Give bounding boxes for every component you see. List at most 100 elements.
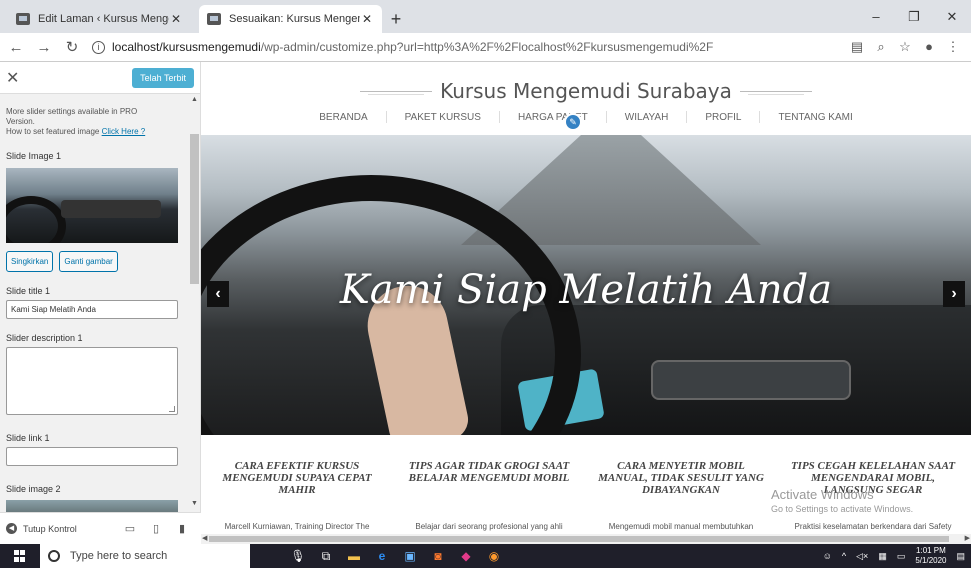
profile-icon[interactable]: ● <box>917 39 941 55</box>
post-card[interactable]: CARA MENYETIR MOBIL MANUAL, TIDAK SESULI… <box>585 460 777 544</box>
tab-customize[interactable]: Sesuaikan: Kursus Mengemudi S ✕ <box>199 5 382 33</box>
remove-image-button[interactable]: Singkirkan <box>6 251 54 272</box>
people-icon[interactable]: ☺ <box>823 551 832 561</box>
clock[interactable]: 1:01 PM 5/1/2020 <box>915 546 946 566</box>
back-icon[interactable]: ← <box>4 39 28 56</box>
scroll-up-icon[interactable]: ▲ <box>191 96 198 103</box>
scroll-down-icon[interactable]: ▼ <box>191 500 198 507</box>
slide-image-2-preview[interactable] <box>6 500 178 512</box>
reload-icon[interactable]: ↻ <box>60 38 84 56</box>
tab-title: Sesuaikan: Kursus Mengemudi S <box>229 13 360 25</box>
scroll-right-icon[interactable]: ▶ <box>965 534 970 542</box>
volume-icon[interactable]: ◁× <box>856 551 868 562</box>
activate-subtitle: Go to Settings to activate Windows. <box>771 504 914 514</box>
menu-item-tentang-kami[interactable]: TENTANG KAMI <box>760 112 870 123</box>
zoom-icon[interactable]: ⌕ <box>869 39 893 55</box>
post-title[interactable]: CARA MENYETIR MOBIL MANUAL, TIDAK SESULI… <box>593 460 769 508</box>
slide-title-1-input[interactable]: Kami Siap Melatih Anda <box>6 300 178 319</box>
close-customizer-icon[interactable]: ✕ <box>6 68 26 88</box>
file-explorer-icon[interactable]: ▬ <box>340 544 368 568</box>
new-tab-button[interactable]: + <box>382 5 410 33</box>
air-vent-shape <box>651 360 851 400</box>
microphone-icon[interactable]: 🎙 <box>284 544 312 568</box>
bookmark-star-icon[interactable]: ☆ <box>893 39 917 55</box>
activate-windows-watermark: Activate Windows Go to Settings to activ… <box>771 488 913 516</box>
taskbar: Type here to search 🎙 ⧉ ▬ e ▣ ◙ ◆ ◉ ☺ ^ … <box>0 544 971 568</box>
photos-icon[interactable]: ▣ <box>396 544 424 568</box>
system-tray: ☺ ^ ◁× ▦ ▭ 1:01 PM 5/1/2020 ▤ <box>813 544 965 568</box>
minimize-button[interactable]: – <box>857 0 895 33</box>
post-excerpt: Mengemudi mobil manual membutuhkan <box>608 522 754 531</box>
task-view-icon[interactable]: ⧉ <box>312 544 340 568</box>
slide-image-1-label: Slide Image 1 <box>6 151 62 161</box>
url-field[interactable]: i localhost/kursusmengemudi/wp-admin/cus… <box>92 40 845 54</box>
forward-icon[interactable]: → <box>32 39 56 56</box>
slide-link-1-input[interactable] <box>6 447 178 466</box>
slider-prev-button[interactable]: ‹ <box>207 281 229 307</box>
slider-description-1-textarea[interactable] <box>6 347 178 415</box>
scroll-left-icon[interactable]: ◀ <box>202 534 207 542</box>
menu-item-harga-paket[interactable]: HARGA PAKET <box>500 112 606 123</box>
url-host: localhost/kursusmengemudi <box>112 40 261 54</box>
preview-horizontal-scrollbar[interactable]: ◀ ▶ <box>201 534 971 544</box>
edge-icon[interactable]: e <box>368 544 396 568</box>
featured-image-help: How to set featured image Click Here ? <box>6 127 182 137</box>
start-button[interactable] <box>0 544 40 568</box>
site-preview: Kursus Mengemudi Surabaya BERANDA PAKET … <box>201 62 971 544</box>
tab-edit-page[interactable]: Edit Laman ‹ Kursus Mengemudi ✕ <box>8 5 191 33</box>
site-header: Kursus Mengemudi Surabaya <box>201 76 971 106</box>
menu-item-wilayah[interactable]: WILAYAH <box>607 112 687 123</box>
post-title[interactable]: CARA EFEKTIF KURSUS MENGEMUDI SUPAYA CEP… <box>209 460 385 508</box>
restore-button[interactable]: ❐ <box>895 0 933 33</box>
published-button[interactable]: Telah Terbit <box>132 67 194 88</box>
hero-slider: Kami Siap Melatih Anda ‹ › <box>201 135 971 435</box>
post-title[interactable]: TIPS AGAR TIDAK GROGI SAAT BELAJAR MENGE… <box>401 460 577 508</box>
hide-controls-button[interactable]: ◀ Tutup Kontrol <box>6 523 117 534</box>
chrome-icon[interactable]: ◉ <box>480 544 508 568</box>
slide-title-1-label: Slide title 1 <box>6 286 51 296</box>
menu-item-paket-kursus[interactable]: PAKET KURSUS <box>387 112 499 123</box>
edit-shortcut-pencil-icon[interactable]: ✎ <box>564 113 582 131</box>
desktop-preview-icon[interactable]: ▭ <box>117 522 143 535</box>
sidebar-scrollbar[interactable]: ▲ ▼ <box>189 94 200 512</box>
paint-icon[interactable]: ◆ <box>452 544 480 568</box>
primary-menu: BERANDA PAKET KURSUS HARGA PAKET WILAYAH… <box>201 108 971 126</box>
customizer-header: ✕ Telah Terbit <box>0 62 200 94</box>
favicon-icon <box>207 13 221 25</box>
slider-next-button[interactable]: › <box>943 281 965 307</box>
menu-kebab-icon[interactable]: ⋮ <box>941 39 965 55</box>
notification-icon[interactable]: ▤ <box>956 551 965 562</box>
change-image-button[interactable]: Ganti gambar <box>59 251 118 272</box>
mobile-preview-icon[interactable]: ▮ <box>169 522 195 535</box>
close-window-button[interactable]: ✕ <box>933 0 971 33</box>
scrollbar-thumb[interactable] <box>209 536 949 542</box>
post-card[interactable]: CARA EFEKTIF KURSUS MENGEMUDI SUPAYA CEP… <box>201 460 393 544</box>
address-bar: ← → ↻ i localhost/kursusmengemudi/wp-adm… <box>0 33 971 62</box>
post-excerpt: Belajar dari seorang profesional yang ah… <box>415 522 563 531</box>
app-icon[interactable]: ◙ <box>424 544 452 568</box>
menu-item-profil[interactable]: PROFIL <box>687 112 759 123</box>
taskbar-search[interactable]: Type here to search <box>40 544 250 568</box>
post-excerpt: Praktisi keselamatan berkendara dari Saf… <box>794 522 952 531</box>
scrollbar-thumb[interactable] <box>190 134 199 284</box>
translate-icon[interactable]: ▤ <box>845 39 869 55</box>
network-icon[interactable]: ▦ <box>878 551 887 562</box>
slide-image-1-preview[interactable] <box>6 168 178 243</box>
tablet-preview-icon[interactable]: ▯ <box>143 522 169 535</box>
cortana-icon <box>48 550 60 562</box>
tab-close-icon[interactable]: ✕ <box>169 12 183 26</box>
tray-chevron-icon[interactable]: ^ <box>842 551 846 561</box>
tab-close-icon[interactable]: ✕ <box>360 12 374 26</box>
pro-note-line2: Version. <box>6 117 35 126</box>
title-ornament-line <box>739 90 812 95</box>
post-card[interactable]: TIPS AGAR TIDAK GROGI SAAT BELAJAR MENGE… <box>393 460 585 544</box>
menu-item-beranda[interactable]: BERANDA <box>301 112 385 123</box>
pro-note-line1: More slider settings available in PRO <box>6 107 138 116</box>
click-here-link[interactable]: Click Here ? <box>102 127 146 136</box>
slide-link-1-label: Slide link 1 <box>6 433 50 443</box>
site-info-icon[interactable]: i <box>92 40 105 54</box>
slider-description-1-label: Slider description 1 <box>6 333 83 343</box>
battery-icon[interactable]: ▭ <box>897 551 906 562</box>
site-title[interactable]: Kursus Mengemudi Surabaya <box>440 79 732 103</box>
activate-title: Activate Windows <box>771 487 874 502</box>
